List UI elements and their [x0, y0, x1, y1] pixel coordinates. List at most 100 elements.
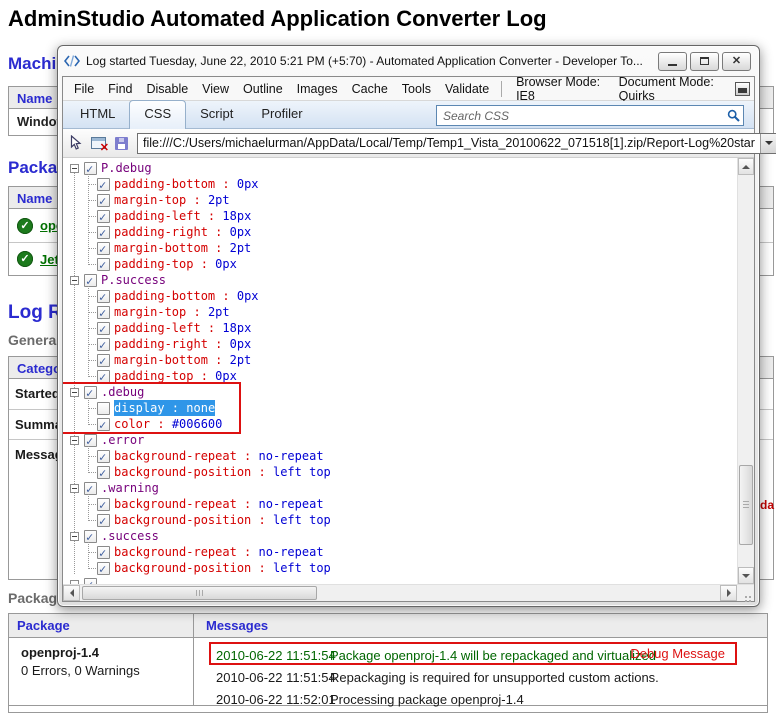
css-property-row[interactable]: padding-right : 0px [88, 336, 737, 352]
menu-item-find[interactable]: Find [101, 79, 139, 99]
menu-item-view[interactable]: View [195, 79, 236, 99]
property-checkbox[interactable] [97, 402, 110, 415]
css-property-row[interactable]: background-repeat : no-repeat [88, 496, 737, 512]
css-rule-row[interactable]: .error [67, 432, 737, 448]
property-checkbox[interactable] [97, 370, 110, 383]
property-checkbox[interactable] [97, 210, 110, 223]
rule-checkbox[interactable] [84, 386, 97, 399]
css-property-row[interactable]: padding-right : 0px [88, 224, 737, 240]
rule-checkbox[interactable] [84, 482, 97, 495]
rule-checkbox[interactable] [84, 434, 97, 447]
property-checkbox[interactable] [97, 354, 110, 367]
property-checkbox[interactable] [97, 322, 110, 335]
search-input[interactable] [437, 109, 723, 123]
property-checkbox[interactable] [97, 546, 110, 559]
collapse-expander-icon[interactable] [70, 580, 79, 585]
property-checkbox[interactable] [97, 290, 110, 303]
property-value: 2pt [208, 305, 230, 319]
scroll-left-button[interactable] [63, 585, 80, 601]
scroll-right-button[interactable] [720, 585, 737, 601]
vertical-scroll-track[interactable] [738, 175, 754, 567]
collapse-expander-icon[interactable] [70, 532, 79, 541]
css-property-row[interactable]: background-repeat : no-repeat [88, 544, 737, 560]
css-rule-row[interactable]: .debug [67, 384, 737, 400]
css-property-row[interactable]: color : #006600 [88, 416, 737, 432]
collapse-expander-icon[interactable] [70, 436, 79, 445]
property-checkbox[interactable] [97, 466, 110, 479]
property-checkbox[interactable] [97, 450, 110, 463]
css-rule-row[interactable]: .warning [67, 480, 737, 496]
collapse-expander-icon[interactable] [70, 388, 79, 397]
css-property-row[interactable]: margin-top : 2pt [88, 304, 737, 320]
menu-item-images[interactable]: Images [290, 79, 345, 99]
property-checkbox[interactable] [97, 562, 110, 575]
close-button[interactable]: ✕ [722, 52, 751, 71]
menu-item-file[interactable]: File [67, 79, 101, 99]
rule-checkbox[interactable] [84, 162, 97, 175]
general-subheading: General [8, 332, 60, 348]
horizontal-scroll-thumb[interactable] [82, 586, 317, 600]
save-icon[interactable] [115, 134, 128, 152]
menu-item-validate[interactable]: Validate [438, 79, 496, 99]
css-property-row[interactable]: padding-top : 0px [88, 256, 737, 272]
property-value: no-repeat [259, 497, 324, 511]
clear-browser-cache-icon[interactable] [91, 134, 106, 152]
vertical-scrollbar[interactable] [737, 158, 754, 584]
url-dropdown-button[interactable] [760, 134, 776, 153]
css-property-row[interactable]: display : none [88, 400, 737, 416]
collapse-expander-icon[interactable] [70, 484, 79, 493]
table-header-row: Package Messages [9, 614, 767, 638]
restore-button[interactable] [690, 52, 719, 71]
menu-item-disable[interactable]: Disable [139, 79, 195, 99]
pin-to-bottom-icon[interactable] [735, 82, 750, 96]
rule-checkbox[interactable] [84, 578, 97, 585]
select-element-cursor-icon[interactable] [69, 134, 82, 152]
css-rule-row[interactable] [67, 576, 737, 584]
css-property-row[interactable]: padding-left : 18px [88, 208, 737, 224]
minimize-button[interactable] [658, 52, 687, 71]
collapse-expander-icon[interactable] [70, 276, 79, 285]
css-rule-row[interactable]: P.success [67, 272, 737, 288]
css-property-row[interactable]: padding-bottom : 0px [88, 176, 737, 192]
property-checkbox[interactable] [97, 194, 110, 207]
menu-item-outline[interactable]: Outline [236, 79, 290, 99]
url-combobox[interactable]: file:///C:/Users/michaelurman/AppData/Lo… [137, 133, 776, 154]
horizontal-scrollbar[interactable] [63, 584, 754, 601]
search-icon[interactable] [723, 109, 743, 122]
css-property-row[interactable]: background-position : left top [88, 560, 737, 576]
property-checkbox[interactable] [97, 242, 110, 255]
collapse-expander-icon[interactable] [70, 164, 79, 173]
resize-grip[interactable] [737, 585, 754, 601]
scroll-down-button[interactable] [738, 567, 754, 584]
menu-item-tools[interactable]: Tools [395, 79, 438, 99]
property-checkbox[interactable] [97, 178, 110, 191]
css-property-row[interactable]: margin-top : 2pt [88, 192, 737, 208]
css-rule-row[interactable]: P.debug [67, 160, 737, 176]
property-checkbox[interactable] [97, 306, 110, 319]
vertical-scroll-thumb[interactable] [739, 465, 753, 545]
property-checkbox[interactable] [97, 258, 110, 271]
css-property-row[interactable]: margin-bottom : 2pt [88, 240, 737, 256]
css-property-row[interactable]: padding-bottom : 0px [88, 288, 737, 304]
css-property-row[interactable]: background-position : left top [88, 464, 737, 480]
tab-profiler[interactable]: Profiler [247, 101, 316, 128]
property-checkbox[interactable] [97, 514, 110, 527]
rule-checkbox[interactable] [84, 274, 97, 287]
horizontal-scroll-track[interactable] [80, 585, 720, 601]
css-rule-row[interactable]: .success [67, 528, 737, 544]
css-property-row[interactable]: background-repeat : no-repeat [88, 448, 737, 464]
css-property-row[interactable]: background-position : left top [88, 512, 737, 528]
property-checkbox[interactable] [97, 226, 110, 239]
tab-html[interactable]: HTML [66, 101, 129, 128]
rule-checkbox[interactable] [84, 530, 97, 543]
property-checkbox[interactable] [97, 418, 110, 431]
scroll-up-button[interactable] [738, 158, 754, 175]
menu-item-cache[interactable]: Cache [345, 79, 395, 99]
css-property-row[interactable]: margin-bottom : 2pt [88, 352, 737, 368]
property-checkbox[interactable] [97, 498, 110, 511]
tab-css[interactable]: CSS [129, 100, 186, 129]
property-checkbox[interactable] [97, 338, 110, 351]
css-property-row[interactable]: padding-left : 18px [88, 320, 737, 336]
css-property-row[interactable]: padding-top : 0px [88, 368, 737, 384]
tab-script[interactable]: Script [186, 101, 247, 128]
